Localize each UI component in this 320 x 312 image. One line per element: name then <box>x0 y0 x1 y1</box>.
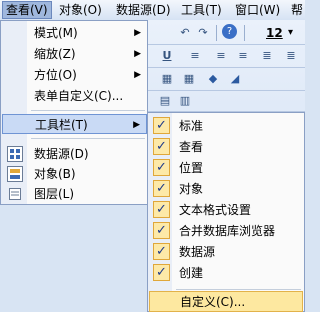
menu-item-label: 图层(L) <box>34 187 75 201</box>
view-menu: 模式(M) ▶ 缩放(Z) ▶ 方位(O) ▶ 表单自定义(C)... 工具栏(… <box>0 20 148 205</box>
font-size-dropdown-icon[interactable]: ▾ <box>288 25 293 41</box>
submenu-item-object[interactable]: ✓ 对象 <box>149 179 303 200</box>
line-color-icon[interactable]: ◢ <box>226 70 244 88</box>
submenu-item-position[interactable]: ✓ 位置 <box>149 158 303 179</box>
distribute-icon[interactable]: ≣ <box>282 47 300 65</box>
menu-object[interactable]: 对象(O) <box>56 2 105 18</box>
menu-item-label: 工具栏(T) <box>35 118 88 132</box>
underline-icon[interactable]: U <box>158 47 176 65</box>
submenu-item-label: 数据源 <box>179 245 216 259</box>
menu-separator <box>31 138 145 139</box>
layout-icon[interactable]: ▤ <box>156 92 174 110</box>
menu-window[interactable]: 窗口(W) <box>232 2 283 18</box>
table-icon[interactable]: ▦ <box>158 70 176 88</box>
menu-datasource[interactable]: 数据源(D) <box>113 2 174 18</box>
align-left-icon[interactable]: ≡ <box>186 47 204 65</box>
menu-item-label: 模式(M) <box>34 26 78 40</box>
object-icon <box>7 166 23 182</box>
toolbar-separator <box>244 25 245 41</box>
align-center-icon[interactable]: ≡ <box>212 47 230 65</box>
menu-help[interactable]: 帮 <box>288 2 306 18</box>
toolbars-submenu: ✓ 标准 ✓ 查看 ✓ 位置 ✓ 对象 ✓ 文本格式设置 ✓ 合并数据库浏览器 … <box>147 112 305 312</box>
toolbar-row-format: U ≡ ≡ ≡ ≣ ≣ <box>148 45 305 68</box>
menu-separator <box>31 110 145 111</box>
menu-item-orientation[interactable]: 方位(O) ▶ <box>2 65 147 85</box>
justify-icon[interactable]: ≣ <box>258 47 276 65</box>
fill-color-icon[interactable]: ◆ <box>204 70 222 88</box>
check-icon: ✓ <box>153 222 170 239</box>
submenu-item-label: 合并数据库浏览器 <box>179 224 276 238</box>
check-icon: ✓ <box>153 117 170 134</box>
check-icon: ✓ <box>153 201 170 218</box>
redo-icon[interactable]: ↷ <box>194 24 212 42</box>
menu-item-object[interactable]: 对象(B) <box>2 164 147 184</box>
undo-icon[interactable]: ↶ <box>176 24 194 42</box>
check-icon: ✓ <box>153 264 170 281</box>
menu-bar: 查看(V) 对象(O) 数据源(D) 工具(T) 窗口(W) 帮 <box>0 0 305 21</box>
submenu-item-label: 位置 <box>179 161 204 175</box>
layout-icon-2[interactable]: ▥ <box>176 92 194 110</box>
submenu-item-create[interactable]: ✓ 创建 <box>149 263 303 284</box>
menu-item-label: 表单自定义(C)... <box>34 89 124 103</box>
toolbar-row-draw: ▦ ▦ ◆ ◢ <box>148 68 305 91</box>
menu-view[interactable]: 查看(V) <box>2 1 52 19</box>
submenu-arrow-icon: ▶ <box>134 49 141 59</box>
submenu-item-label: 查看 <box>179 140 204 154</box>
check-icon: ✓ <box>153 243 170 260</box>
menu-item-datasource[interactable]: 数据源(D) <box>2 144 147 164</box>
check-icon: ✓ <box>153 138 170 155</box>
submenu-item-label: 标准 <box>179 119 204 133</box>
submenu-arrow-icon: ▶ <box>134 28 141 38</box>
menu-item-label: 缩放(Z) <box>34 47 76 61</box>
toolbar-separator <box>216 25 217 41</box>
submenu-item-customize[interactable]: 自定义(C)... <box>149 291 303 312</box>
toolbar-row-extra: ▤ ▥ <box>148 91 305 112</box>
submenu-item-standard[interactable]: ✓ 标准 <box>149 116 303 137</box>
submenu-separator <box>176 289 301 290</box>
submenu-arrow-icon: ▶ <box>133 120 140 130</box>
menu-item-label: 方位(O) <box>34 68 77 82</box>
submenu-arrow-icon: ▶ <box>134 70 141 80</box>
submenu-item-label: 对象 <box>179 182 204 196</box>
font-size-box[interactable]: 12 <box>266 25 283 41</box>
submenu-item-label: 自定义(C)... <box>180 295 246 309</box>
grid-icon[interactable]: ▦ <box>180 70 198 88</box>
menu-tools[interactable]: 工具(T) <box>178 2 225 18</box>
toolbar-row-standard: ↶ ↷ ? 12 ▾ <box>148 22 305 45</box>
menu-item-mode[interactable]: 模式(M) ▶ <box>2 23 147 43</box>
submenu-item-merge-db-browser[interactable]: ✓ 合并数据库浏览器 <box>149 221 303 242</box>
check-icon: ✓ <box>153 159 170 176</box>
submenu-item-view[interactable]: ✓ 查看 <box>149 137 303 158</box>
menu-item-zoom[interactable]: 缩放(Z) ▶ <box>2 44 147 64</box>
submenu-item-label: 文本格式设置 <box>179 203 252 217</box>
layer-icon <box>7 186 23 202</box>
submenu-item-datasource[interactable]: ✓ 数据源 <box>149 242 303 263</box>
menu-item-layer[interactable]: 图层(L) <box>2 184 147 204</box>
menu-item-form-customize[interactable]: 表单自定义(C)... <box>2 86 147 106</box>
submenu-item-label: 创建 <box>179 266 204 280</box>
menu-item-label: 数据源(D) <box>34 147 89 161</box>
submenu-item-text-format[interactable]: ✓ 文本格式设置 <box>149 200 303 221</box>
datasource-icon <box>7 146 23 162</box>
check-icon: ✓ <box>153 180 170 197</box>
align-right-icon[interactable]: ≡ <box>234 47 252 65</box>
menu-item-label: 对象(B) <box>34 167 76 181</box>
menu-item-toolbars[interactable]: 工具栏(T) ▶ <box>2 114 147 134</box>
help-icon[interactable]: ? <box>222 24 237 39</box>
